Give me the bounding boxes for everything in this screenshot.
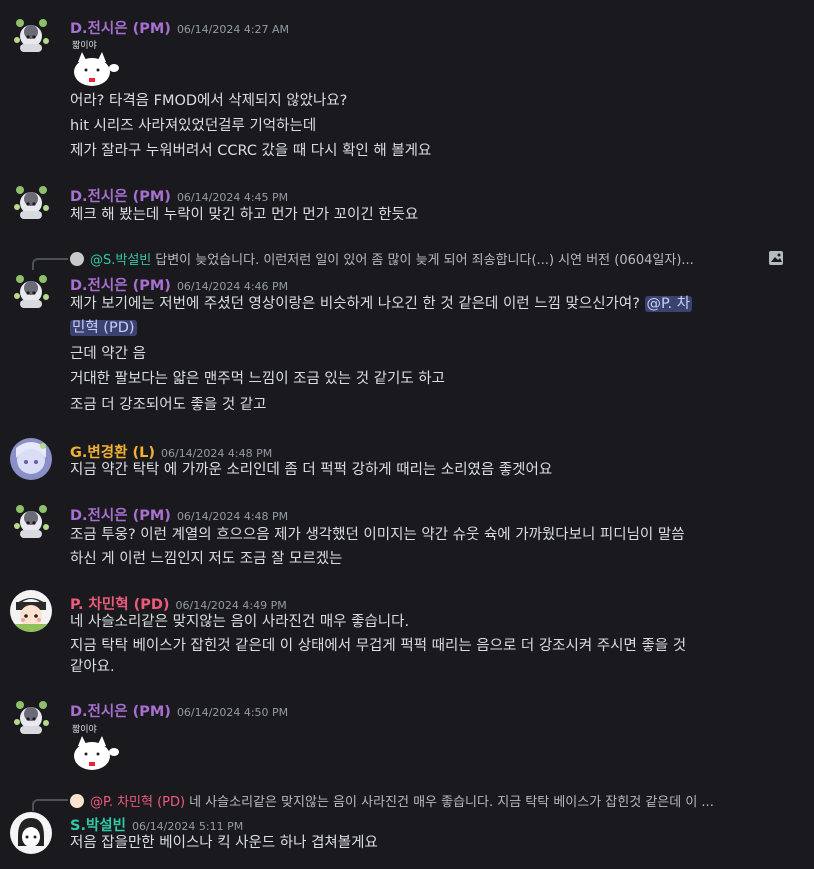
message-line: 하신 게 이런 느낌인지 저도 조금 잘 모르겠는: [70, 551, 343, 567]
reply-text: 답변이 늦었습니다. 이런저런 일이 있어 좀 많이 늦게 되어 죄송합니다(.…: [155, 253, 694, 268]
user-mention[interactable]: @P. 차: [644, 296, 693, 312]
user-avatar[interactable]: [10, 270, 52, 312]
user-avatar[interactable]: [10, 181, 52, 223]
message-line: 체크 해 봤는데 누락이 맞긴 하고 먼가 먼가 꼬이긴 한듯요: [70, 207, 419, 223]
user-avatar[interactable]: [10, 812, 52, 854]
message-line: 조금 투웅? 이런 계열의 흐으으음 제가 생각했던 이미지는 약간 슈웃 슉에…: [70, 527, 685, 543]
message-line: 지금 약간 탁탁 에 가까운 소리인데 좀 더 퍽퍽 강하게 때리는 소리였음 …: [70, 462, 553, 478]
message-line: 어라? 타격음 FMOD에서 삭제되지 않았나요?: [70, 93, 348, 109]
user-avatar[interactable]: [10, 14, 52, 56]
user-mention[interactable]: 민혁 (PD): [70, 320, 137, 336]
timestamp: 06/14/2024 4:48 PM: [176, 510, 289, 523]
reply-preview[interactable]: @P. 차민혁 (PD) 네 사슬소리같은 맞지않는 음이 사라진건 매우 좋습니…: [70, 791, 750, 810]
user-avatar[interactable]: [10, 500, 52, 542]
message-line: 제가 잘라구 누워버려서 CCRC 갔을 때 다시 확인 해 볼게요: [70, 143, 432, 159]
reply-avatar: [70, 794, 84, 808]
reply-connector: [32, 799, 68, 811]
reply-author[interactable]: @S.박설빈: [90, 253, 151, 268]
reply-connector: [32, 258, 68, 270]
message-line: 저음 잡을만한 베이스나 킥 사운드 하나 겹쳐볼게요: [70, 835, 378, 851]
message-line: 민혁 (PD): [70, 316, 790, 340]
cat-icon: [74, 52, 119, 86]
reply-avatar: [70, 252, 84, 266]
reply-preview[interactable]: @S.박설빈 답변이 늦었습니다. 이런저런 일이 있어 좀 많이 늦게 되어 죄…: [70, 249, 750, 268]
cat-icon: [74, 736, 119, 770]
message-line: 같아요.: [70, 659, 115, 675]
cat-sticker[interactable]: 짧이야: [70, 38, 122, 88]
message-line: 조금 더 강조되어도 좋을 것 같고: [70, 397, 267, 413]
user-avatar[interactable]: [10, 696, 52, 738]
author-name[interactable]: D.전시은 (PM) 06/14/2024 4:27 AM: [70, 17, 289, 38]
message-line: 네 사슬소리같은 맞지않는 음이 사라진건 매우 좋습니다.: [70, 614, 410, 630]
timestamp: 06/14/2024 4:50 PM: [176, 706, 289, 719]
author-name[interactable]: D.전시은 (PM) 06/14/2024 4:50 PM: [70, 700, 288, 721]
image-icon: [769, 251, 783, 265]
reply-text: 네 사슬소리같은 맞지않는 음이 사라진건 매우 좋습니다. 지금 탁탁 베이스…: [189, 795, 714, 810]
message-line: 근데 약간 음: [70, 346, 146, 362]
reply-author[interactable]: @P. 차민혁 (PD): [90, 795, 185, 810]
message-line: 제가 보기에는 저번에 주셨던 영상이랑은 비슷하게 나오긴 한 것 같은데 이…: [70, 296, 693, 312]
cat-sticker[interactable]: 짧이야: [70, 722, 122, 772]
timestamp: 06/14/2024 4:27 AM: [176, 23, 290, 36]
message-line: hit 시리즈 사라져있었던걸루 기억하는데: [70, 118, 317, 134]
message-line: 거대한 팔보다는 얇은 맨주먹 느낌이 조금 있는 것 같기도 하고: [70, 371, 445, 387]
author-name[interactable]: D.전시은 (PM) 06/14/2024 4:48 PM: [70, 504, 288, 525]
user-avatar[interactable]: [10, 438, 52, 480]
user-avatar[interactable]: [10, 590, 52, 632]
